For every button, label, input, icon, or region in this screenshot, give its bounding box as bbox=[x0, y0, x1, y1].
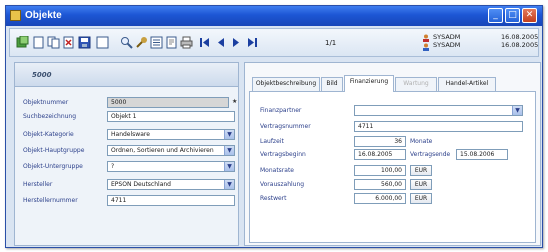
user-icon bbox=[422, 43, 430, 51]
vertragsnummer-label: Vertragsnummer bbox=[260, 123, 311, 130]
save-icon[interactable] bbox=[78, 36, 91, 49]
finanzpartner-label: Finanzpartner bbox=[260, 107, 302, 114]
modified-date: 16.08.2005 bbox=[501, 41, 539, 49]
next-record-icon[interactable] bbox=[230, 36, 243, 49]
monatsrate-field[interactable]: 100,00 bbox=[354, 165, 406, 176]
blank-icon[interactable] bbox=[96, 36, 109, 49]
restwert-field[interactable]: 6.000,00 bbox=[354, 193, 406, 204]
laufzeit-field[interactable]: 36 bbox=[354, 136, 406, 147]
last-record-icon[interactable] bbox=[246, 36, 259, 49]
app-icon bbox=[10, 10, 21, 21]
chevron-down-icon[interactable]: ▼ bbox=[224, 146, 234, 155]
monatsrate-label: Monatsrate bbox=[260, 167, 294, 174]
objekt-hauptgruppe-value: Ordnen, Sortieren und Archivieren bbox=[111, 147, 214, 154]
objekt-untergruppe-value: ? bbox=[111, 163, 115, 170]
tab-handel-artikel[interactable]: Handel-Artikel bbox=[438, 77, 496, 91]
close-button[interactable]: ✕ bbox=[522, 8, 537, 23]
hersteller-select[interactable]: EPSON Deutschland ▼ bbox=[107, 179, 235, 190]
objekt-untergruppe-label: Objekt-Untergruppe bbox=[23, 163, 83, 170]
objekt-hauptgruppe-select[interactable]: Ordnen, Sortieren und Archivieren ▼ bbox=[107, 145, 235, 156]
laufzeit-unit: Monate bbox=[410, 138, 433, 145]
hersteller-value: EPSON Deutschland bbox=[111, 181, 171, 188]
objekt-kategorie-value: Handelsware bbox=[111, 131, 150, 138]
object-header: 5000 bbox=[15, 63, 238, 87]
modified-by-user: SYSADM bbox=[433, 41, 461, 49]
delete-icon[interactable] bbox=[62, 36, 75, 49]
print-icon[interactable] bbox=[180, 36, 193, 49]
new-page-icon[interactable] bbox=[32, 36, 45, 49]
new-record-icon[interactable] bbox=[16, 36, 29, 49]
restwert-label: Restwert bbox=[260, 195, 287, 202]
chevron-down-icon[interactable]: ▼ bbox=[512, 106, 522, 115]
created-date: 16.08.2005 bbox=[501, 33, 539, 41]
maximize-button[interactable]: □ bbox=[505, 8, 520, 23]
vertragsbeginn-label: Vertragsbeginn bbox=[260, 151, 306, 158]
suchbezeichnung-label: Suchbezeichnung bbox=[23, 113, 77, 120]
previous-record-icon[interactable] bbox=[214, 36, 227, 49]
tab-wartung: Wartung bbox=[395, 77, 437, 91]
vorauszahlung-currency-button[interactable]: EUR bbox=[410, 179, 432, 190]
objekt-untergruppe-select[interactable]: ? ▼ bbox=[107, 161, 235, 172]
suchbezeichnung-field[interactable]: Objekt 1 bbox=[107, 111, 235, 122]
monatsrate-currency-button[interactable]: EUR bbox=[410, 165, 432, 176]
vertragsbeginn-field[interactable]: 16.08.2005 bbox=[354, 149, 406, 160]
finanzpartner-select[interactable]: ▼ bbox=[354, 105, 523, 116]
objektnummer-label: Objektnummer bbox=[23, 99, 69, 106]
object-master-panel: 5000 Objektnummer 5000 ★ Suchbezeichnung… bbox=[14, 62, 239, 246]
change-dates: 16.08.2005 16.08.2005 bbox=[501, 33, 538, 49]
title-bar[interactable]: Objekte _ □ ✕ bbox=[6, 6, 542, 26]
list-icon[interactable] bbox=[150, 36, 163, 49]
chevron-down-icon[interactable]: ▼ bbox=[224, 162, 234, 171]
vertragsnummer-field[interactable]: 4711 bbox=[354, 121, 523, 132]
report-icon[interactable] bbox=[165, 36, 178, 49]
chevron-down-icon[interactable]: ▼ bbox=[224, 180, 234, 189]
vertragsende-label: Vertragsende bbox=[410, 151, 451, 158]
created-by: SYSADM SYSADM bbox=[433, 33, 460, 49]
tab-bild[interactable]: Bild bbox=[321, 77, 343, 91]
objekt-hauptgruppe-label: Objekt-Hauptgruppe bbox=[23, 147, 85, 154]
objekt-kategorie-select[interactable]: Handelsware ▼ bbox=[107, 129, 235, 140]
tab-finanzierung[interactable]: Finanzierung bbox=[344, 75, 394, 92]
vertragsende-field[interactable]: 15.08.2006 bbox=[456, 149, 508, 160]
tab-objektbeschreibung[interactable]: Objektbeschreibung bbox=[252, 77, 320, 91]
tools-icon[interactable] bbox=[135, 36, 148, 49]
user-icon bbox=[422, 34, 430, 42]
object-header-title: 5000 bbox=[32, 71, 52, 79]
vorauszahlung-field[interactable]: 560,00 bbox=[354, 179, 406, 190]
chevron-down-icon[interactable]: ▼ bbox=[224, 130, 234, 139]
window-title: Objekte bbox=[25, 10, 62, 21]
objektnummer-field: 5000 bbox=[107, 97, 229, 108]
detail-panel: Objektbeschreibung Bild Finanzierung War… bbox=[244, 62, 541, 246]
minimize-button[interactable]: _ bbox=[488, 8, 503, 23]
first-record-icon[interactable] bbox=[198, 36, 211, 49]
objekte-window: Objekte _ □ ✕ 1/1 SYSADM SYSADM 16.08.20… bbox=[5, 5, 543, 248]
copy-icon[interactable] bbox=[47, 36, 60, 49]
created-by-user: SYSADM bbox=[433, 33, 461, 41]
record-count: 1/1 bbox=[325, 39, 337, 47]
restwert-currency-button[interactable]: EUR bbox=[410, 193, 432, 204]
search-icon[interactable] bbox=[120, 36, 133, 49]
herstellernummer-field[interactable]: 4711 bbox=[107, 195, 235, 206]
required-marker-icon: ★ bbox=[232, 98, 238, 105]
objekt-kategorie-label: Objekt-Kategorie bbox=[23, 131, 74, 138]
vorauszahlung-label: Vorauszahlung bbox=[260, 181, 305, 188]
toolbar: 1/1 SYSADM SYSADM 16.08.2005 16.08.2005 bbox=[9, 28, 539, 57]
herstellernummer-label: Herstellernummer bbox=[23, 197, 78, 204]
finanzierung-page: Finanzpartner ▼ Vertragsnummer 4711 Lauf… bbox=[249, 91, 536, 243]
laufzeit-label: Laufzeit bbox=[260, 138, 284, 145]
hersteller-label: Hersteller bbox=[23, 181, 53, 188]
